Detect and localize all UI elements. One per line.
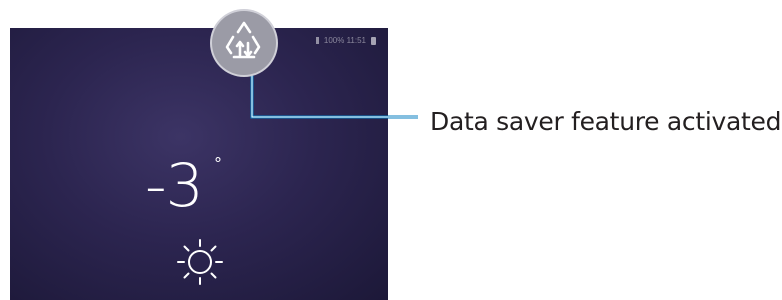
data-saver-icon xyxy=(225,21,261,59)
callout-circle xyxy=(212,11,276,75)
callout-label: Data saver feature activated xyxy=(430,107,782,136)
callout-line xyxy=(250,75,418,119)
